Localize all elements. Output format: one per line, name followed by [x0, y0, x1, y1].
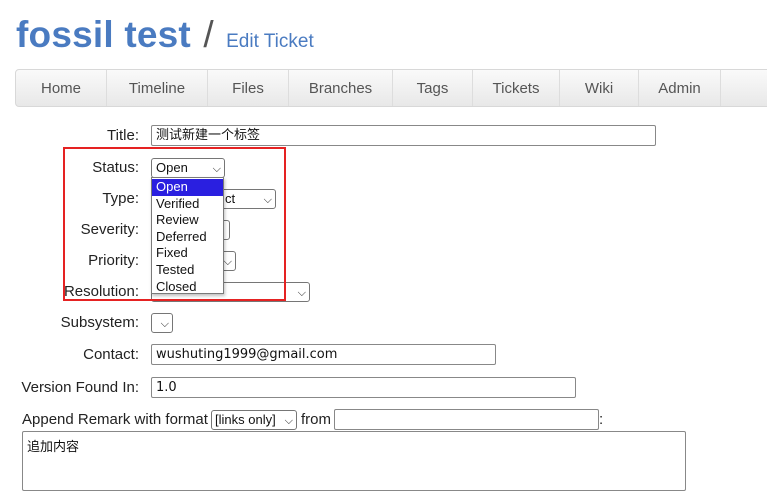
- chevron-down-icon: ⌵: [284, 415, 293, 427]
- from-label: from: [301, 411, 331, 428]
- status-option-fixed[interactable]: Fixed: [152, 245, 223, 262]
- severity-label: Severity:: [80, 221, 139, 238]
- contact-label: Contact:: [83, 346, 139, 363]
- version-found-input[interactable]: 1.0: [151, 377, 576, 398]
- priority-label: Priority:: [88, 252, 139, 269]
- chevron-down-icon: ⌵: [160, 318, 169, 330]
- nav-item-tags[interactable]: Tags: [393, 70, 473, 106]
- remark-from-input[interactable]: [334, 409, 599, 430]
- title-input[interactable]: 测试新建一个标签: [151, 125, 656, 146]
- nav-item-tickets[interactable]: Tickets: [473, 70, 560, 106]
- status-select[interactable]: Open ⌵: [151, 158, 225, 178]
- project-title[interactable]: fossil test: [16, 14, 191, 55]
- nav-item-wiki[interactable]: Wiki: [560, 70, 639, 106]
- nav-item-home[interactable]: Home: [16, 70, 107, 106]
- nav-item-timeline[interactable]: Timeline: [107, 70, 208, 106]
- chevron-down-icon: ⌵: [263, 194, 272, 206]
- subsystem-label: Subsystem:: [60, 314, 139, 331]
- remark-textarea[interactable]: 追加内容: [22, 431, 686, 491]
- nav-item-branches[interactable]: Branches: [289, 70, 393, 106]
- remark-format-select[interactable]: [links only] ⌵: [211, 410, 297, 430]
- header: fossil test / Edit Ticket: [16, 14, 314, 56]
- chevron-down-icon: ⌵: [212, 163, 221, 175]
- title-label: Title:: [107, 127, 139, 144]
- type-select-value: ct: [225, 191, 236, 206]
- status-option-closed[interactable]: Closed: [152, 279, 223, 296]
- page-title: Edit Ticket: [226, 31, 314, 52]
- contact-input[interactable]: wushuting1999@gmail.com: [151, 344, 496, 365]
- status-option-deferred[interactable]: Deferred: [152, 229, 223, 246]
- status-option-open[interactable]: Open: [152, 179, 223, 196]
- remark-format-value: [links only]: [215, 412, 276, 427]
- nav-item-admin[interactable]: Admin: [639, 70, 721, 106]
- status-label: Status:: [92, 159, 139, 176]
- chevron-down-icon: ⌵: [223, 256, 232, 268]
- status-select-value: Open: [156, 160, 188, 175]
- status-dropdown-list: Open Verified Review Deferred Fixed Test…: [151, 177, 224, 294]
- version-found-label: Version Found In:: [21, 379, 139, 396]
- nav-item-files[interactable]: Files: [208, 70, 289, 106]
- chevron-down-icon: ⌵: [297, 287, 306, 299]
- status-option-review[interactable]: Review: [152, 212, 223, 229]
- remark-trailing-colon: :: [599, 411, 604, 428]
- title-separator: /: [203, 14, 214, 55]
- append-remark-label: Append Remark with format: [22, 411, 208, 428]
- main-nav: Home Timeline Files Branches Tags Ticket…: [15, 69, 767, 107]
- subsystem-select[interactable]: ⌵: [151, 313, 173, 333]
- type-label: Type:: [102, 190, 139, 207]
- status-option-tested[interactable]: Tested: [152, 262, 223, 279]
- resolution-label: Resolution:: [63, 283, 139, 300]
- status-option-verified[interactable]: Verified: [152, 196, 223, 213]
